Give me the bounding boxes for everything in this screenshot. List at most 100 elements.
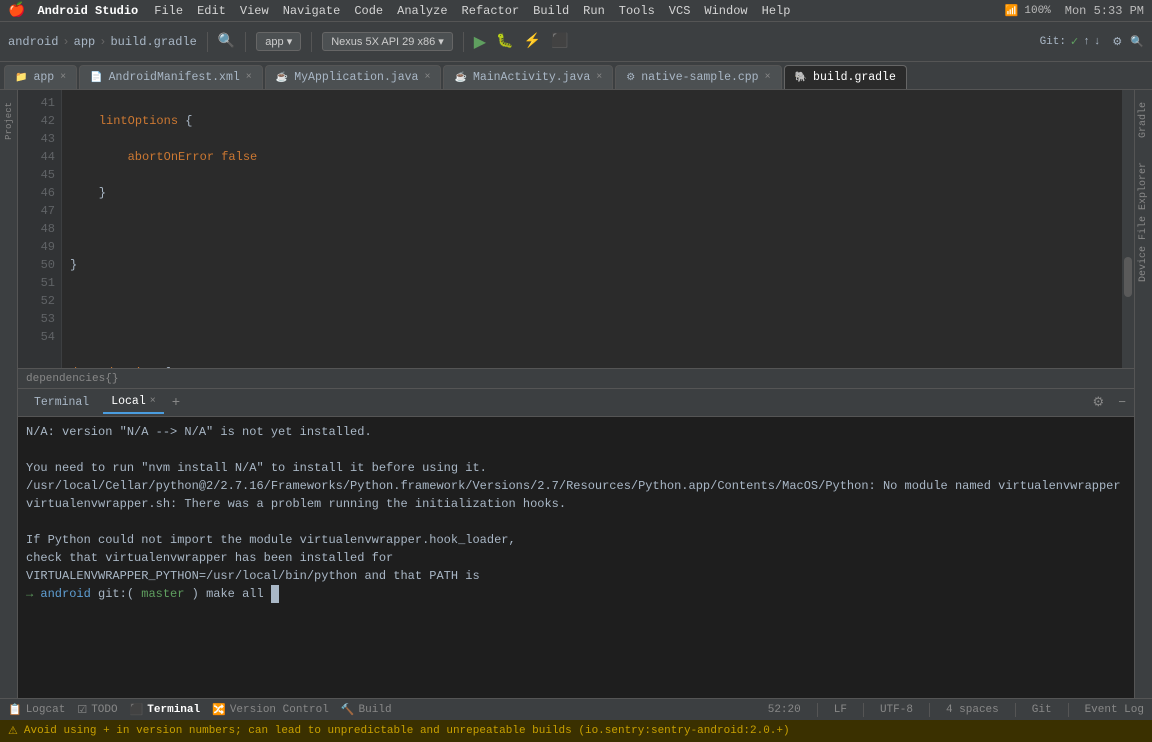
toolbar-sep4 (463, 32, 464, 52)
menu-analyze[interactable]: Analyze (397, 4, 447, 18)
toolbar-sep2 (245, 32, 246, 52)
tab-manifest-close[interactable]: × (246, 72, 252, 83)
prompt-branch: master (141, 587, 184, 601)
code-line-42: abortOnError false (70, 148, 1114, 166)
code-line-48: dependencies { (70, 364, 1114, 368)
tab-app[interactable]: 📁 app × (4, 65, 77, 89)
event-log-label[interactable]: Event Log (1085, 704, 1144, 716)
version-control-button[interactable]: 🔀 Version Control (212, 703, 329, 717)
code-content[interactable]: lintOptions { abortOnError false } } dep… (62, 90, 1122, 368)
indent-label[interactable]: 4 spaces (946, 704, 999, 716)
terminal-add-button[interactable]: + (172, 395, 180, 411)
menu-tools[interactable]: Tools (619, 4, 655, 18)
menu-vcs[interactable]: VCS (669, 4, 691, 18)
profile-button[interactable]: ⚡ (524, 33, 541, 50)
vcs-update[interactable]: ↑ (1083, 36, 1090, 48)
terminal-button[interactable]: ⬛ Terminal (130, 703, 201, 717)
search-icon[interactable]: 🔍 (218, 33, 235, 50)
status-sep3 (929, 703, 930, 717)
terminal-status-label: Terminal (147, 704, 200, 716)
toolbar-sep1 (207, 32, 208, 52)
terminal-local-close[interactable]: × (150, 396, 156, 407)
device-dropdown[interactable]: Nexus 5X API 29 x86 ▾ (322, 32, 453, 51)
prompt-arrow: → (26, 587, 40, 601)
git-label: Git: (1040, 36, 1066, 48)
terminal-content[interactable]: N/A: version "N/A --> N/A" is not yet in… (18, 417, 1134, 698)
breadcrumb-app[interactable]: app (74, 35, 96, 49)
line-ending[interactable]: LF (834, 704, 847, 716)
todo-button[interactable]: ☑ TODO (77, 703, 117, 717)
tab-mainactivity[interactable]: ☕ MainActivity.java × (443, 65, 613, 89)
run-config-dropdown[interactable]: app ▾ (256, 32, 301, 51)
terminal-label-text: Terminal (34, 396, 89, 409)
line-num-51: 51 (18, 274, 55, 292)
term-line-3: /usr/local/Cellar/python@2/2.7.16/Framew… (26, 477, 1126, 495)
cursor-position: 52:20 (768, 704, 801, 716)
terminal-settings-icon[interactable]: ⚙ (1093, 395, 1105, 410)
breadcrumb-file[interactable]: build.gradle (110, 35, 196, 49)
toolbar-right: Git: ✓ ↑ ↓ ⚙ 🔍 (1040, 35, 1144, 49)
stop-button[interactable]: ⬛ (551, 33, 568, 50)
status-sep1 (817, 703, 818, 717)
menu-refactor[interactable]: Refactor (462, 4, 520, 18)
settings-icon[interactable]: ⚙ (1112, 35, 1122, 49)
menu-build[interactable]: Build (533, 4, 569, 18)
line-num-43: 43 (18, 130, 55, 148)
menu-run[interactable]: Run (583, 4, 605, 18)
tab-buildgradle[interactable]: 🐘 build.gradle (784, 65, 907, 89)
prompt-user: android (40, 587, 90, 601)
line-num-54: 54 (18, 328, 55, 346)
menu-code[interactable]: Code (354, 4, 383, 18)
tab-nativesample[interactable]: ⚙ native-sample.cpp × (615, 65, 781, 89)
tab-myapp-close[interactable]: × (424, 72, 430, 83)
prompt-command: make all (206, 587, 264, 601)
menu-help[interactable]: Help (762, 4, 791, 18)
menu-file[interactable]: File (154, 4, 183, 18)
encoding-label[interactable]: UTF-8 (880, 704, 913, 716)
gradle-panel-label[interactable]: Gradle (1136, 90, 1151, 150)
battery-icon: 100% (1024, 5, 1050, 17)
tab-gradle-icon: 🐘 (795, 72, 807, 84)
tab-androidmanifest[interactable]: 📄 AndroidManifest.xml × (79, 65, 263, 89)
tab-gradle-label: build.gradle (813, 71, 896, 84)
editor-scrollbar[interactable] (1122, 90, 1134, 368)
debug-button[interactable]: 🐛 (496, 33, 513, 50)
search-everywhere[interactable]: 🔍 (1130, 35, 1144, 49)
tab-myapp-label: MyApplication.java (294, 71, 418, 84)
menu-edit[interactable]: Edit (197, 4, 226, 18)
status-bar: 📋 Logcat ☑ TODO ⬛ Terminal 🔀 Version Con… (0, 698, 1152, 720)
breadcrumb-android[interactable]: android (8, 35, 58, 49)
main-layout: Project 41 42 43 44 45 46 47 48 49 50 51… (0, 90, 1152, 698)
tab-native-icon: ⚙ (626, 72, 635, 84)
project-label[interactable]: Project (4, 102, 14, 140)
tab-native-label: native-sample.cpp (641, 71, 758, 84)
scroll-thumb (1124, 257, 1132, 297)
tab-myapplication[interactable]: ☕ MyApplication.java × (265, 65, 442, 89)
menu-window[interactable]: Window (704, 4, 747, 18)
logcat-button[interactable]: 📋 Logcat (8, 703, 65, 717)
tab-app-close[interactable]: × (60, 72, 66, 83)
side-panel: Gradle Device File Explorer (1134, 90, 1152, 698)
term-line-2: You need to run "nvm install N/A" to ins… (26, 459, 1126, 477)
app-name: Android Studio (37, 4, 138, 18)
build-button[interactable]: 🔨 Build (341, 703, 392, 717)
toolbar: android › app › build.gradle 🔍 app ▾ Nex… (0, 22, 1152, 62)
code-editor: 41 42 43 44 45 46 47 48 49 50 51 52 53 5… (18, 90, 1134, 368)
git-check[interactable]: ✓ (1070, 35, 1079, 49)
tab-native-close[interactable]: × (765, 72, 771, 83)
menu-view[interactable]: View (240, 4, 269, 18)
menu-navigate[interactable]: Navigate (283, 4, 341, 18)
terminal-minimize-icon[interactable]: − (1118, 395, 1126, 410)
toolbar-sep3 (311, 32, 312, 52)
vcs-push[interactable]: ↓ (1094, 36, 1101, 48)
status-sep2 (863, 703, 864, 717)
code-line-43: } (70, 184, 1114, 202)
terminal-tab-local[interactable]: Local × (103, 392, 164, 414)
term-line-prompt: → android git:( master ) make all (26, 585, 1126, 603)
run-button[interactable]: ▶ (474, 32, 486, 52)
breadcrumb-sep1: › (62, 35, 69, 49)
logcat-icon: 📋 (8, 703, 22, 717)
device-file-explorer-label[interactable]: Device File Explorer (1136, 150, 1151, 294)
tab-mainact-close[interactable]: × (596, 72, 602, 83)
prompt-git-open: git:( (98, 587, 134, 601)
